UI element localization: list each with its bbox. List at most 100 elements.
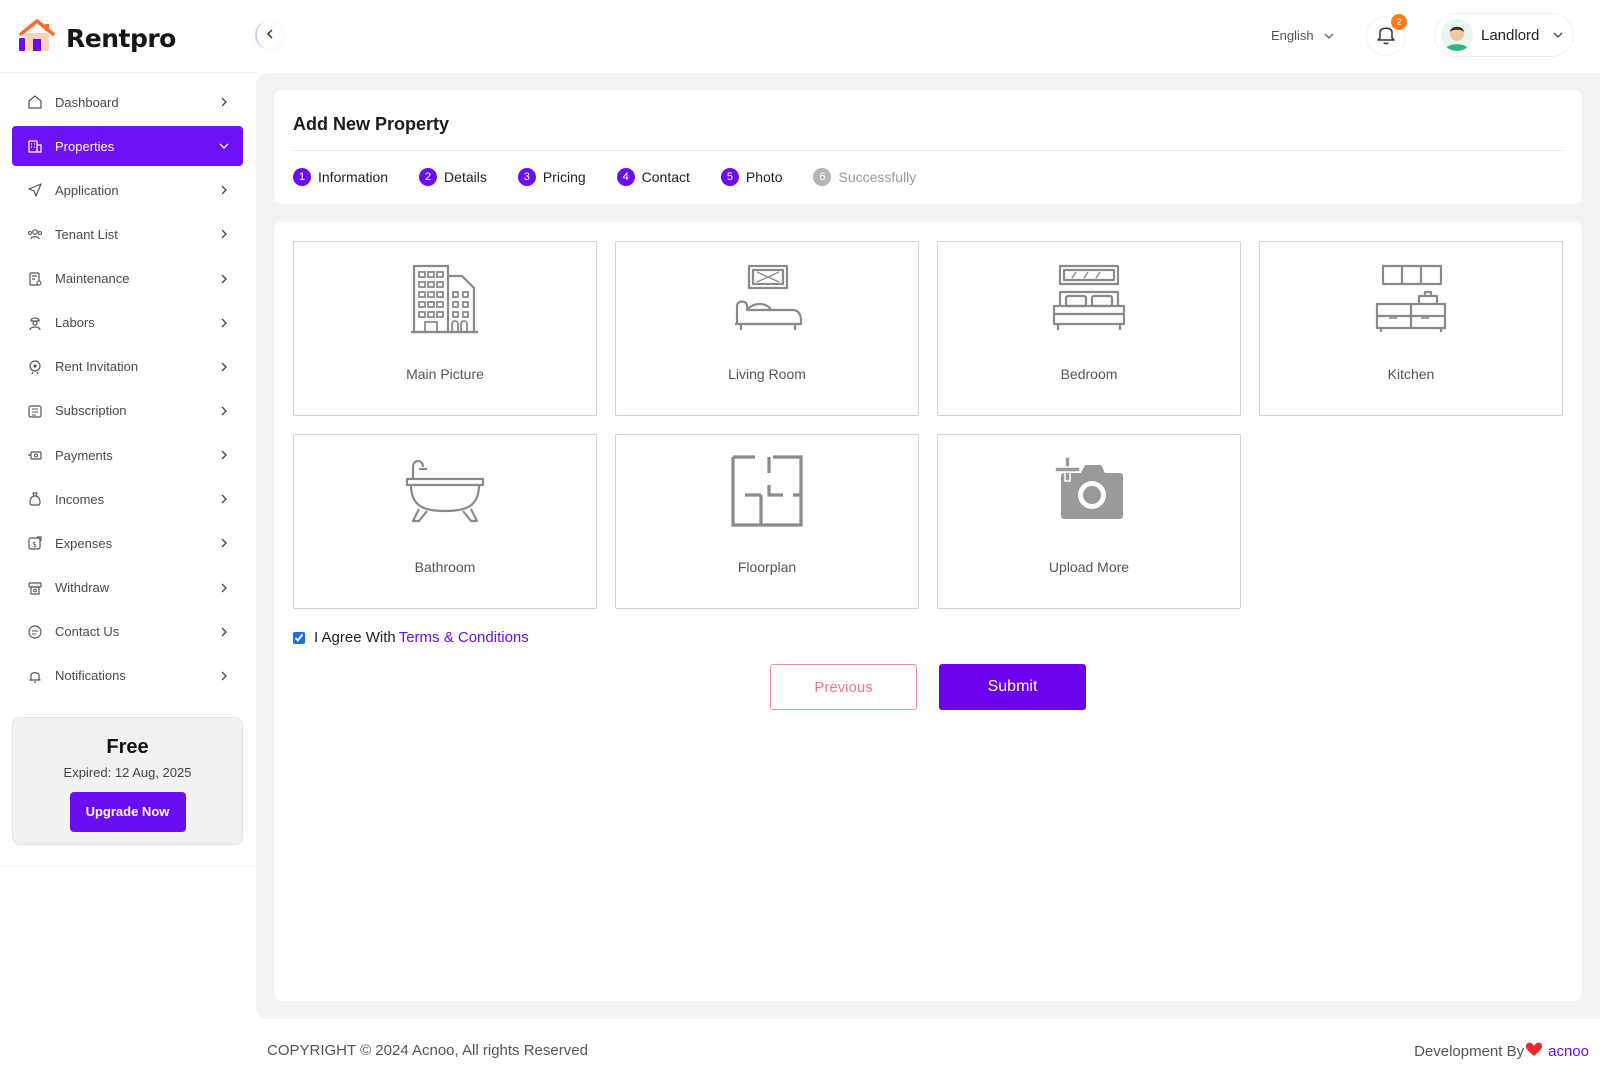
step-number: 3 xyxy=(517,168,536,186)
sidebar-item-rent-invitation[interactable]: Rent Invitation xyxy=(12,347,243,387)
upload-tile-kitchen[interactable]: Kitchen xyxy=(1259,241,1563,416)
payments-icon xyxy=(27,447,43,463)
tile-label: Main Picture xyxy=(406,366,484,382)
kitchen-icon xyxy=(1375,264,1447,332)
sidebar-item-label: Expenses xyxy=(55,535,113,551)
step-number: 6 xyxy=(813,168,832,186)
chevron-right-icon xyxy=(219,583,229,593)
agree-checkbox[interactable] xyxy=(293,631,305,644)
bathtub-icon xyxy=(405,459,485,523)
terms-agreement: I Agree With Terms & Conditions xyxy=(293,629,529,646)
users-icon xyxy=(27,226,43,242)
sidebar-item-label: Subscription xyxy=(55,403,127,419)
sidebar-item-dashboard[interactable]: Dashboard xyxy=(12,82,243,122)
sidebar-item-label: Properties xyxy=(55,138,115,154)
house-logo-icon xyxy=(18,18,56,59)
step-label: Successfully xyxy=(838,169,917,185)
language-selector[interactable]: English xyxy=(1271,28,1334,43)
avatar xyxy=(1441,19,1473,51)
chevron-right-icon xyxy=(219,274,229,284)
bell-icon xyxy=(27,668,43,684)
tile-label: Living Room xyxy=(728,366,806,382)
user-name: Landlord xyxy=(1481,26,1540,44)
sidebar-item-maintenance[interactable]: Maintenance xyxy=(12,259,243,299)
upload-tile-bathroom[interactable]: Bathroom xyxy=(293,434,597,609)
step-information[interactable]: 1 Information xyxy=(293,168,388,186)
sidebar-item-expenses[interactable]: $ Expenses xyxy=(12,523,243,563)
sidebar-item-application[interactable]: Application xyxy=(12,170,243,210)
app-name: Rentpro xyxy=(66,24,176,53)
notification-count-badge: 2 xyxy=(1391,14,1407,30)
step-contact[interactable]: 4 Contact xyxy=(616,168,690,186)
upload-tile-floorplan[interactable]: Floorplan xyxy=(615,434,919,609)
sidebar-item-label: Maintenance xyxy=(55,271,130,287)
sidebar-item-incomes[interactable]: Incomes xyxy=(12,479,243,519)
stepper: 1 Information 2 Details 3 Pricing 4 Cont… xyxy=(293,168,947,186)
developer-credit: Development By acnoo xyxy=(1414,1042,1589,1061)
step-successfully[interactable]: 6 Successfully xyxy=(813,168,916,186)
subscription-icon xyxy=(27,403,43,419)
sidebar-item-label: Contact Us xyxy=(55,624,120,640)
sidebar-item-contact-us[interactable]: Contact Us xyxy=(12,612,243,652)
sidebar-item-label: Dashboard xyxy=(55,94,119,110)
upload-tile-main-picture[interactable]: Main Picture xyxy=(293,241,597,416)
floorplan-icon xyxy=(731,455,803,527)
building-icon xyxy=(411,264,478,334)
expenses-icon: $ xyxy=(27,535,43,551)
upgrade-now-button[interactable]: Upgrade Now xyxy=(69,792,186,832)
svg-text:$: $ xyxy=(32,540,37,549)
divider xyxy=(0,866,256,867)
step-label: Information xyxy=(318,169,389,185)
sidebar-item-payments[interactable]: Payments xyxy=(12,435,243,475)
sidebar-item-label: Withdraw xyxy=(55,580,110,596)
tile-label: Bedroom xyxy=(1060,366,1118,382)
tile-label: Upload More xyxy=(1048,559,1130,575)
withdraw-icon xyxy=(27,580,43,596)
chevron-right-icon xyxy=(219,318,229,328)
upload-tile-bedroom[interactable]: Bedroom xyxy=(937,241,1241,416)
step-photo[interactable]: 5 Photo xyxy=(720,168,782,186)
copyright-text: COPYRIGHT © 2024 Acnoo, All rights Reser… xyxy=(267,1042,588,1059)
previous-button[interactable]: Previous xyxy=(770,664,917,710)
step-number: 1 xyxy=(293,168,311,186)
terms-conditions-link[interactable]: Terms & Conditions xyxy=(399,629,529,646)
sidebar-item-tenant-list[interactable]: Tenant List xyxy=(12,214,243,254)
dev-by-text: Development By xyxy=(1414,1043,1525,1060)
app-logo[interactable]: Rentpro xyxy=(18,18,176,59)
page-header-card: Add New Property 1 Information 2 Details… xyxy=(274,90,1582,204)
step-details[interactable]: 2 Details xyxy=(419,168,487,186)
collapse-sidebar-button[interactable] xyxy=(255,21,283,49)
upload-tile-living-room[interactable]: Living Room xyxy=(615,241,919,416)
chevron-down-icon xyxy=(1324,28,1334,43)
sidebar-item-label: Rent Invitation xyxy=(55,359,139,375)
step-label: Contact xyxy=(641,169,690,185)
submit-button[interactable]: Submit xyxy=(939,664,1086,710)
send-icon xyxy=(27,182,43,198)
chevron-left-icon xyxy=(266,26,274,44)
sofa-icon xyxy=(735,264,803,330)
tile-label: Floorplan xyxy=(737,559,797,575)
step-number: 4 xyxy=(616,168,635,186)
chevron-right-icon xyxy=(219,671,229,681)
chat-icon xyxy=(27,624,43,640)
sidebar-item-subscription[interactable]: Subscription xyxy=(12,391,243,431)
dev-brand-link[interactable]: acnoo xyxy=(1548,1043,1589,1060)
page-title: Add New Property xyxy=(293,114,450,134)
sidebar-item-label: Application xyxy=(55,182,119,198)
sidebar-item-properties[interactable]: Properties xyxy=(12,126,243,167)
sidebar-item-labors[interactable]: Labors xyxy=(12,303,243,343)
step-number: 5 xyxy=(720,168,739,186)
language-label: English xyxy=(1271,28,1314,43)
chevron-right-icon xyxy=(219,494,229,504)
sidebar-item-notifications[interactable]: Notifications xyxy=(12,656,243,696)
upload-more-tile[interactable]: Upload More xyxy=(937,434,1241,609)
step-pricing[interactable]: 3 Pricing xyxy=(517,168,586,186)
clipboard-icon xyxy=(27,271,43,287)
chevron-right-icon xyxy=(219,97,229,107)
sidebar-item-label: Tenant List xyxy=(55,226,118,242)
sidebar-item-label: Labors xyxy=(55,315,95,331)
add-camera-icon xyxy=(1054,456,1123,519)
sidebar-item-withdraw[interactable]: Withdraw xyxy=(12,568,243,608)
divider xyxy=(0,72,256,73)
user-menu[interactable]: Landlord xyxy=(1434,13,1574,57)
